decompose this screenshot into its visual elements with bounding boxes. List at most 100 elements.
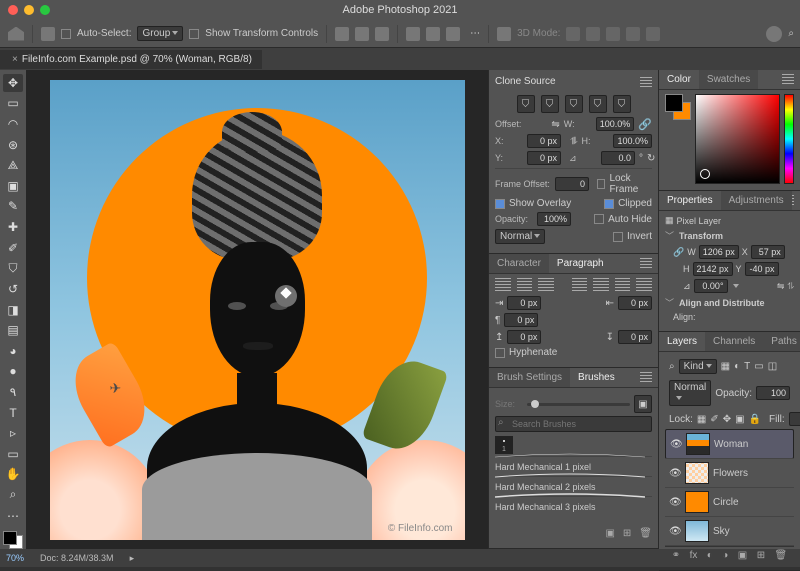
layer-opacity-field[interactable]: 100 xyxy=(756,386,790,400)
layer-item[interactable]: 👁 Circle xyxy=(665,488,794,517)
space-after-field[interactable]: 0 px xyxy=(618,330,652,344)
lock-trans-icon[interactable]: ▦ xyxy=(697,414,706,425)
visibility-icon[interactable]: 👁 xyxy=(669,497,681,508)
layer-thumbnail[interactable] xyxy=(685,491,709,513)
prop-x-field[interactable]: 57 px xyxy=(751,245,785,259)
align-icon[interactable] xyxy=(355,27,369,41)
layer-thumbnail[interactable] xyxy=(685,520,709,542)
heal-tool[interactable]: ✚ xyxy=(3,218,23,236)
filter-pixel-icon[interactable]: ▦ xyxy=(721,361,730,372)
tab-paragraph[interactable]: Paragraph xyxy=(549,254,612,273)
flip-v-icon[interactable]: ⥮ xyxy=(787,281,794,292)
fx-icon[interactable]: fx xyxy=(690,550,698,561)
tab-layers[interactable]: Layers xyxy=(659,332,705,351)
reset-icon[interactable]: ↻ xyxy=(647,153,655,164)
first-line-field[interactable]: 0 px xyxy=(504,313,538,327)
clone-x-field[interactable]: 0 px xyxy=(527,134,561,148)
filter-kind-select[interactable]: Kind xyxy=(679,359,717,374)
distribute-icon[interactable] xyxy=(406,27,420,41)
clone-source-slot[interactable]: ⛉ xyxy=(517,95,535,113)
align-icon[interactable] xyxy=(375,27,389,41)
flip-h-icon[interactable]: ⇋ xyxy=(777,281,785,292)
filter-smart-icon[interactable]: ◫ xyxy=(768,361,777,372)
layer-name[interactable]: Sky xyxy=(713,526,730,537)
lock-pos-icon[interactable]: ✥ xyxy=(723,414,731,425)
home-icon[interactable] xyxy=(8,27,24,41)
mask-icon[interactable]: ◐ xyxy=(707,550,713,561)
fg-bg-swatch[interactable] xyxy=(665,94,691,120)
align-right-icon[interactable] xyxy=(538,278,554,292)
layer-name[interactable]: Flowers xyxy=(713,468,748,479)
justify-right-icon[interactable] xyxy=(615,278,631,292)
link-icon[interactable]: 🔗 xyxy=(673,247,684,258)
frame-tool[interactable]: ▣ xyxy=(3,177,23,195)
justify-left-icon[interactable] xyxy=(572,278,588,292)
lock-artboard-icon[interactable]: ▣ xyxy=(735,414,744,425)
justify-all-icon[interactable] xyxy=(636,278,652,292)
clone-y-field[interactable]: 0 px xyxy=(527,151,561,165)
lock-all-icon[interactable]: 🔒 xyxy=(749,414,761,425)
link-layers-icon[interactable]: ⚭ xyxy=(672,550,680,561)
layer-thumbnail[interactable] xyxy=(685,462,709,484)
layer-item[interactable]: 👁Sky xyxy=(665,517,794,546)
3d-icon[interactable] xyxy=(497,27,511,41)
3d-tool-icon[interactable] xyxy=(626,27,640,41)
distribute-icon[interactable] xyxy=(446,27,460,41)
minimize-dot[interactable] xyxy=(24,5,34,15)
frame-offset-field[interactable]: 0 xyxy=(555,177,589,191)
canvas-area[interactable]: ✈ © FileInfo.com xyxy=(26,70,488,549)
layer-thumbnail[interactable] xyxy=(686,433,710,455)
auto-select-target[interactable]: Group xyxy=(137,26,183,41)
show-overlay-checkbox[interactable] xyxy=(495,199,505,209)
space-before-field[interactable]: 0 px xyxy=(507,330,541,344)
filter-shape-icon[interactable]: ▭ xyxy=(754,361,763,372)
edit-toolbar[interactable]: ⋯ xyxy=(3,507,23,525)
search-icon[interactable]: ⌕ xyxy=(788,28,794,39)
clone-source-slot[interactable]: ⛉ xyxy=(589,95,607,113)
layer-item[interactable]: 👁Woman xyxy=(665,429,794,459)
status-menu-icon[interactable]: ▸ xyxy=(130,553,135,564)
3d-tool-icon[interactable] xyxy=(566,27,580,41)
dodge-tool[interactable]: ● xyxy=(3,363,23,381)
zoom-tool[interactable]: ⌕ xyxy=(3,486,23,504)
stamp-tool[interactable]: ⛉ xyxy=(3,259,23,277)
link-icon[interactable]: 🔗 xyxy=(638,118,652,131)
lock-paint-icon[interactable]: ✐ xyxy=(710,414,718,425)
tab-channels[interactable]: Channels xyxy=(705,332,763,351)
panel-menu-icon[interactable] xyxy=(640,372,652,382)
prop-y-field[interactable]: -40 px xyxy=(745,262,779,276)
zoom-level[interactable]: 70% xyxy=(6,553,24,563)
tab-swatches[interactable]: Swatches xyxy=(699,70,758,89)
quick-select-tool[interactable]: ⊛ xyxy=(3,136,23,154)
auto-select-checkbox[interactable] xyxy=(61,29,71,39)
tab-brushes[interactable]: Brushes xyxy=(570,368,623,387)
prop-w-field[interactable]: 1206 px xyxy=(699,245,739,259)
3d-tool-icon[interactable] xyxy=(586,27,600,41)
align-center-icon[interactable] xyxy=(517,278,533,292)
tab-adjustments[interactable]: Adjustments xyxy=(721,191,792,210)
hue-bar[interactable] xyxy=(784,94,794,184)
document-canvas[interactable]: ✈ © FileInfo.com xyxy=(50,80,465,540)
3d-tool-icon[interactable] xyxy=(646,27,660,41)
prop-h-field[interactable]: 2142 px xyxy=(693,262,733,276)
lasso-tool[interactable]: ◠ xyxy=(3,115,23,133)
doc-info[interactable]: Doc: 8.24M/38.3M xyxy=(40,553,114,563)
layer-fill-field[interactable]: 100 xyxy=(789,412,800,426)
tab-brush-settings[interactable]: Brush Settings xyxy=(489,368,570,387)
justify-center-icon[interactable] xyxy=(593,278,609,292)
brush-preset[interactable]: Hard Mechanical 3 pixels xyxy=(495,496,652,514)
trash-icon[interactable]: 🗑 xyxy=(775,550,788,561)
color-ramp[interactable] xyxy=(695,94,780,184)
close-dot[interactable] xyxy=(8,5,18,15)
filter-icon[interactable]: ⌕ xyxy=(669,361,675,372)
show-transform-checkbox[interactable] xyxy=(189,29,199,39)
hand-tool[interactable]: ✋ xyxy=(3,466,23,484)
new-layer-icon[interactable]: ⊞ xyxy=(757,550,765,561)
clone-w-field[interactable]: 100.0% xyxy=(596,117,635,131)
filter-type-icon[interactable]: T xyxy=(744,361,750,372)
layer-name[interactable]: Circle xyxy=(713,497,739,508)
document-tab[interactable]: × FileInfo.com Example.psd @ 70% (Woman,… xyxy=(0,50,262,69)
gradient-tool[interactable]: ▤ xyxy=(3,321,23,339)
trash-icon[interactable]: 🗑 xyxy=(639,528,652,539)
tab-character[interactable]: Character xyxy=(489,254,549,273)
